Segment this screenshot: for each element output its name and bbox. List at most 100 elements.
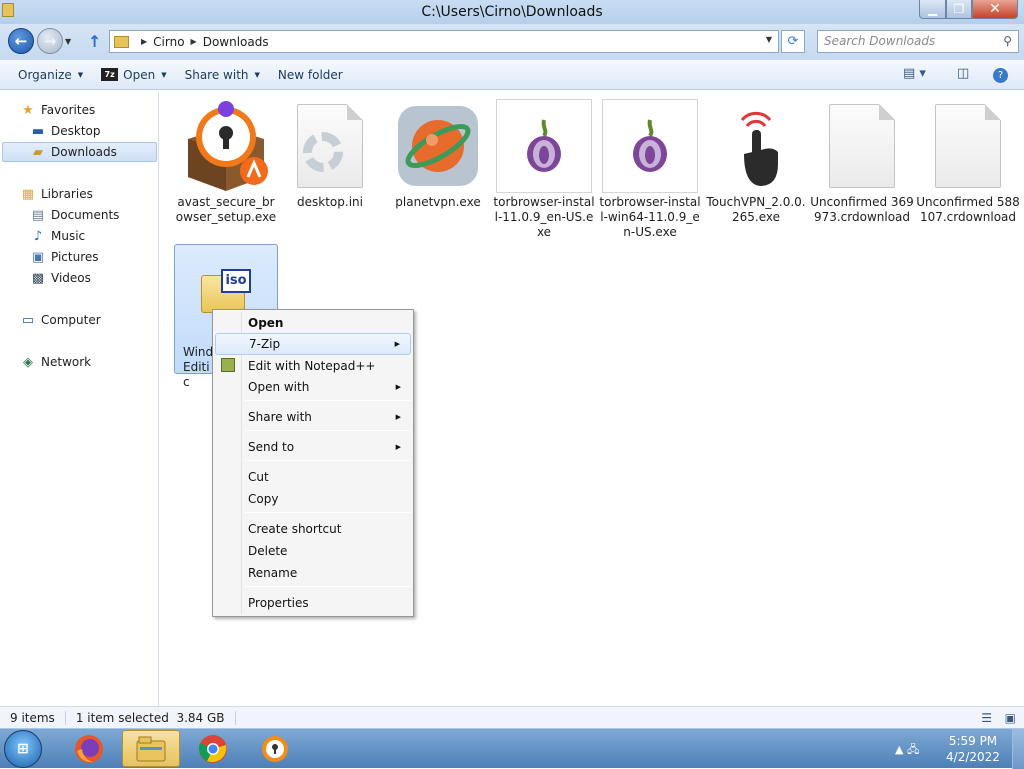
close-button[interactable]: ✕ [972,0,1018,19]
show-desktop-button[interactable] [1012,729,1024,769]
new-folder-button[interactable]: New folder [269,60,352,90]
nav-label: Documents [51,208,120,222]
taskbar-chrome[interactable] [184,730,242,767]
file-item[interactable]: torbrowser-install-11.0.9_en-US.exe [492,99,596,240]
file-item[interactable]: TouchVPN_2.0.0.265.exe [704,99,808,225]
search-input[interactable]: Search Downloads ⚲ [817,30,1019,53]
computer-icon: ▭ [21,312,35,328]
taskbar-firefox[interactable] [60,730,118,767]
pictures-icon: ▣ [31,249,45,265]
maximize-button[interactable]: ❐ [946,0,972,19]
menu-open-with[interactable]: Open with ▶ [215,376,411,398]
nav-label: Libraries [41,187,93,201]
share-with-button[interactable]: Share with ▼ [176,60,269,90]
file-item[interactable]: desktop.ini [278,99,382,210]
documents-icon: ▤ [31,207,45,223]
breadcrumb[interactable]: ▶ Cirno ▶ Downloads ▼ [109,30,779,53]
taskbar-explorer[interactable] [122,730,180,767]
file-item[interactable]: planetvpn.exe [386,99,490,210]
nav-label: Favorites [41,103,96,117]
file-item[interactable]: avast_secure_browser_setup.exe [174,99,278,225]
nav-label: Pictures [51,250,99,264]
folder-icon [136,736,166,761]
file-name-line2: Editic [183,360,210,389]
menu-label: 7-Zip [249,337,281,351]
chrome-icon [198,734,227,763]
open-label: Open [123,67,156,82]
chevron-right-icon[interactable]: ▶ [191,37,197,46]
nav-pictures[interactable]: ▣ Pictures [30,247,99,267]
menu-copy[interactable]: Copy [215,488,411,510]
menu-open[interactable]: Open [215,312,411,334]
menu-delete[interactable]: Delete [215,540,411,562]
file-name: torbrowser-install-11.0.9_en-US.exe [493,195,595,239]
clock-time: 5:59 PM [948,734,998,748]
menu-label: Open with [248,380,310,394]
chevron-right-icon: ▶ [394,340,400,348]
search-placeholder: Search Downloads [824,34,936,48]
large-icons-view-icon[interactable]: ▣ [1005,711,1016,725]
open-button[interactable]: 7z Open ▼ [92,60,175,90]
chevron-down-icon[interactable]: ▼ [766,35,772,44]
tray-icons[interactable]: ▲ 🖧 [895,741,919,760]
title-bar[interactable]: C:\Users\Cirno\Downloads ▁ ❐ ✕ [0,0,1024,24]
file-item[interactable]: Unconfirmed 588107.crdownload [916,99,1020,225]
help-icon[interactable]: ? [993,68,1008,83]
navigation-pane: ★ Favorites ▬ Desktop ▰ Downloads ▦ Librarie… [0,91,159,706]
nav-computer[interactable]: ▭ Computer [20,310,101,330]
menu-rename[interactable]: Rename [215,562,411,584]
menu-edit-notepad[interactable]: Edit with Notepad++ [215,355,411,377]
nav-favorites[interactable]: ★ Favorites [20,100,95,120]
item-count: 9 items [0,710,66,725]
chevron-down-icon: ▼ [161,70,167,79]
file-name: Unconfirmed 369973.crdownload [810,195,914,224]
file-item[interactable]: torbrowser-install-win64-11.0.9_en-US.ex… [598,99,702,240]
forward-button[interactable]: → [37,28,63,54]
view-options-icon[interactable]: ▤ ▾ [903,66,926,81]
menu-create-shortcut[interactable]: Create shortcut [215,518,411,540]
nav-downloads[interactable]: ▰ Downloads [2,142,157,162]
menu-properties[interactable]: Properties [215,592,411,614]
start-button[interactable]: ⊞ [4,730,42,768]
file-item[interactable]: Unconfirmed 369973.crdownload [810,99,914,225]
file-name: Unconfirmed 588107.crdownload [916,195,1020,224]
search-icon[interactable]: ⚲ [1003,34,1012,48]
up-arrow-icon[interactable]: ↑ [88,32,101,51]
libraries-icon: ▦ [21,186,35,202]
nav-libraries[interactable]: ▦ Libraries [20,184,93,204]
videos-icon: ▩ [31,270,45,286]
window-title: C:\Users\Cirno\Downloads [421,4,603,20]
breadcrumb-downloads[interactable]: Downloads [203,35,269,49]
nav-documents[interactable]: ▤ Documents [30,205,120,225]
refresh-button[interactable]: ⟳ [781,30,805,53]
details-view-icon[interactable]: ☰ [981,711,992,725]
settings-file-icon [282,99,378,193]
clock[interactable]: 5:59 PM 4/2/2022 [938,733,1008,765]
menu-7zip[interactable]: 7-Zip ▶ [215,333,411,355]
menu-cut[interactable]: Cut [215,466,411,488]
menu-label: Edit with Notepad++ [248,359,376,373]
chevron-right-icon[interactable]: ▶ [141,37,147,46]
nav-music[interactable]: ♪ Music [30,226,85,246]
share-with-label: Share with [184,67,249,82]
minimize-button[interactable]: ▁ [919,0,946,19]
menu-send-to[interactable]: Send to ▶ [215,436,411,458]
taskbar: ⊞ ▲ 🖧 5:59 PM 4/2/2022 [0,728,1024,769]
chevron-right-icon: ▶ [395,383,401,391]
taskbar-avast-browser[interactable] [246,730,304,767]
touch-hand-icon [708,99,804,193]
avast-icon [178,99,274,193]
preview-pane-icon[interactable]: ◫ [957,66,969,81]
iso-label: iso [221,269,251,293]
history-dropdown-icon[interactable]: ▼ [65,37,71,46]
menu-share-with[interactable]: Share with ▶ [215,406,411,428]
7zip-icon: 7z [101,68,119,81]
nav-desktop[interactable]: ▬ Desktop [30,121,101,141]
nav-label: Music [51,229,86,243]
nav-videos[interactable]: ▩ Videos [30,268,91,288]
back-button[interactable]: ← [8,28,34,54]
breadcrumb-cirno[interactable]: Cirno [153,35,184,49]
nav-network[interactable]: ◈ Network [20,352,91,372]
avast-browser-icon [262,735,288,762]
organize-button[interactable]: Organize ▼ [0,60,92,90]
